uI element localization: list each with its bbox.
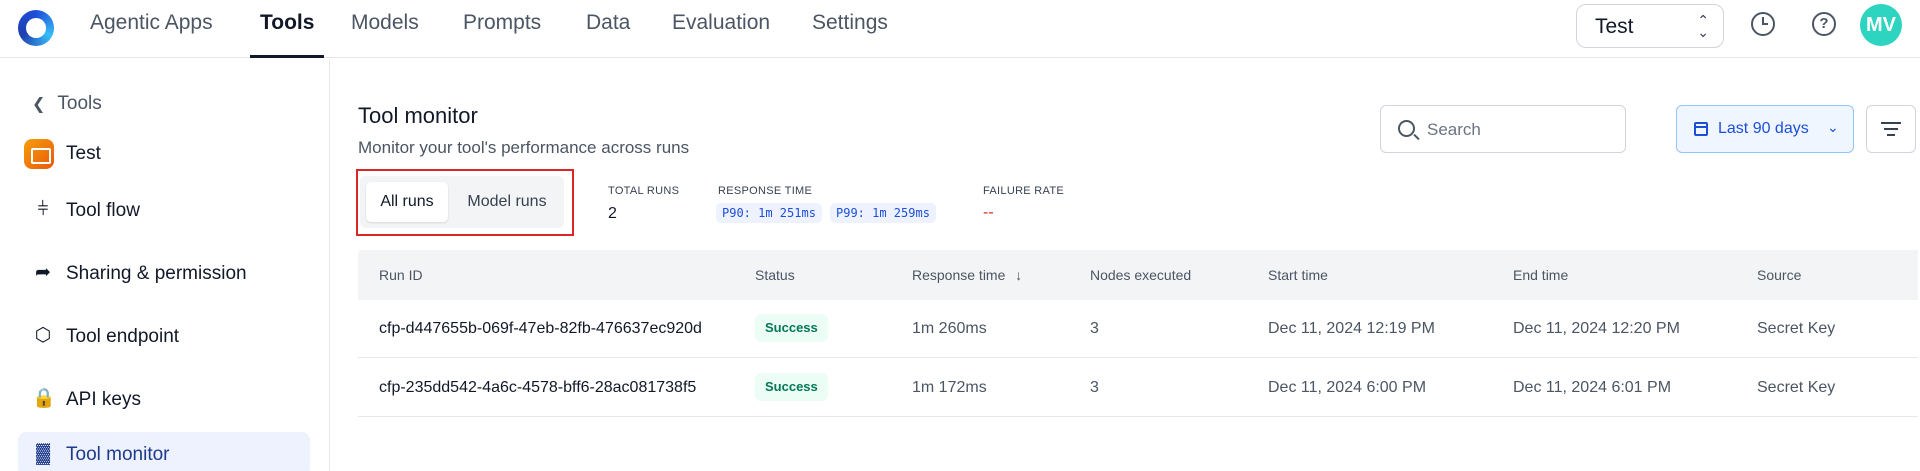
nav-agentic-apps[interactable]: Agentic Apps xyxy=(90,11,213,58)
col-end-time[interactable]: End time xyxy=(1513,267,1568,283)
nav-models[interactable]: Models xyxy=(351,11,419,58)
status-badge: Success xyxy=(755,373,828,401)
col-source[interactable]: Source xyxy=(1757,267,1801,283)
back-label: Tools xyxy=(57,93,102,114)
start-time: Dec 11, 2024 12:19 PM xyxy=(1268,320,1435,337)
end-time: Dec 11, 2024 12:20 PM xyxy=(1513,320,1680,337)
share-icon: ➦ xyxy=(35,262,51,283)
response-time: 1m 172ms xyxy=(912,379,987,396)
p99-badge: P99: 1m 259ms xyxy=(830,203,936,223)
col-nodes-executed[interactable]: Nodes executed xyxy=(1090,267,1191,283)
chevron-down-icon: ⌄ xyxy=(1827,119,1839,135)
nav-settings[interactable]: Settings xyxy=(812,11,888,58)
history-clock-icon[interactable] xyxy=(1751,12,1775,36)
nodes-executed: 3 xyxy=(1090,320,1099,337)
lock-icon: 🔒 xyxy=(32,388,56,409)
end-time: Dec 11, 2024 6:01 PM xyxy=(1513,379,1672,396)
col-start-time[interactable]: Start time xyxy=(1268,267,1328,283)
table-row[interactable]: cfp-d447655b-069f-47eb-82fb-476637ec920d… xyxy=(358,300,1918,358)
sidebar-item-api-keys[interactable]: 🔒 API keys xyxy=(18,377,310,421)
chevron-up-down-icon: ⌃ ⌄ xyxy=(1697,12,1709,40)
sidebar-item-tool-flow[interactable]: ⫩ Tool flow xyxy=(18,188,310,232)
tab-all-runs[interactable]: All runs xyxy=(366,182,448,222)
cube-icon: ⬡ xyxy=(34,325,52,346)
arrow-down-icon: ↓ xyxy=(1015,267,1023,283)
nav-tools[interactable]: Tools xyxy=(249,11,325,58)
source: Secret Key xyxy=(1757,320,1836,337)
nav-data[interactable]: Data xyxy=(586,11,630,58)
nodes-executed: 3 xyxy=(1090,379,1099,396)
date-range-label: Last 90 days xyxy=(1718,120,1809,137)
sidebar-item-label: Tool monitor xyxy=(66,444,170,465)
page-title: Tool monitor xyxy=(358,103,478,128)
source: Secret Key xyxy=(1757,379,1836,396)
filter-icon xyxy=(1881,120,1901,138)
sidebar-item-tool-endpoint[interactable]: ⬡ Tool endpoint xyxy=(18,314,310,358)
sidebar-item-tool-monitor[interactable]: ▓ Tool monitor xyxy=(18,432,310,471)
failure-rate-label: FAILURE RATE xyxy=(983,185,1065,197)
flow-icon: ⫩ xyxy=(37,199,49,220)
sidebar-item-sharing[interactable]: ➦ Sharing & permission xyxy=(18,251,310,295)
col-response-time-label: Response time xyxy=(912,267,1006,283)
page-subtitle: Monitor your tool's performance across r… xyxy=(358,138,690,157)
chevron-left-icon: ❮ xyxy=(32,96,46,113)
date-range-button[interactable]: Last 90 days ⌄ xyxy=(1676,105,1854,153)
status-badge: Success xyxy=(755,314,828,342)
bar-chart-icon: ▓ xyxy=(36,443,50,464)
response-time: 1m 260ms xyxy=(912,320,987,337)
failure-rate-value: -- xyxy=(983,204,994,221)
sidebar-item-label: Tool flow xyxy=(66,200,140,221)
tenant-selector[interactable]: Test ⌃ ⌄ xyxy=(1576,4,1724,48)
run-id[interactable]: cfp-235dd542-4a6c-4578-bff6-28ac081738f5 xyxy=(379,379,696,397)
sidebar-item-label: Tool endpoint xyxy=(66,326,180,347)
sidebar: ❮ Tools Test ⫩ Tool flow ➦ Sharing & perm… xyxy=(0,59,330,471)
app-logo[interactable] xyxy=(18,10,54,46)
user-avatar[interactable]: MV xyxy=(1860,4,1902,46)
back-to-tools-link[interactable]: ❮ Tools xyxy=(32,93,102,115)
run-id[interactable]: cfp-d447655b-069f-47eb-82fb-476637ec920d xyxy=(379,320,702,338)
start-time: Dec 11, 2024 6:00 PM xyxy=(1268,379,1427,396)
runs-toggle: All runs Model runs xyxy=(360,176,564,228)
search-icon xyxy=(1398,120,1415,137)
col-status[interactable]: Status xyxy=(755,267,795,283)
p90-badge: P90: 1m 251ms xyxy=(716,203,822,223)
tenant-name: Test xyxy=(1595,15,1634,38)
project-name: Test xyxy=(66,143,101,164)
tab-model-runs[interactable]: Model runs xyxy=(456,182,558,222)
sidebar-item-label: Sharing & permission xyxy=(66,263,247,284)
top-nav: Agentic Apps Tools Models Prompts Data E… xyxy=(0,0,1920,58)
project-archive-icon xyxy=(24,139,54,169)
sidebar-item-label: API keys xyxy=(66,389,141,410)
table-header: Run ID Status Response time ↓ Nodes exec… xyxy=(358,250,1918,300)
calendar-icon xyxy=(1694,122,1708,136)
search-input[interactable] xyxy=(1427,117,1607,143)
search-box xyxy=(1380,105,1626,153)
nav-evaluation[interactable]: Evaluation xyxy=(672,11,770,58)
response-time-label: RESPONSE TIME xyxy=(718,185,813,197)
filter-button[interactable] xyxy=(1866,105,1916,153)
total-runs-value: 2 xyxy=(608,205,617,222)
nav-prompts[interactable]: Prompts xyxy=(463,11,541,58)
total-runs-label: TOTAL RUNS xyxy=(608,185,680,197)
col-run-id[interactable]: Run ID xyxy=(379,267,423,283)
col-response-time[interactable]: Response time ↓ xyxy=(912,267,1022,283)
help-icon[interactable]: ? xyxy=(1812,12,1836,36)
table-row[interactable]: cfp-235dd542-4a6c-4578-bff6-28ac081738f5… xyxy=(358,359,1918,417)
